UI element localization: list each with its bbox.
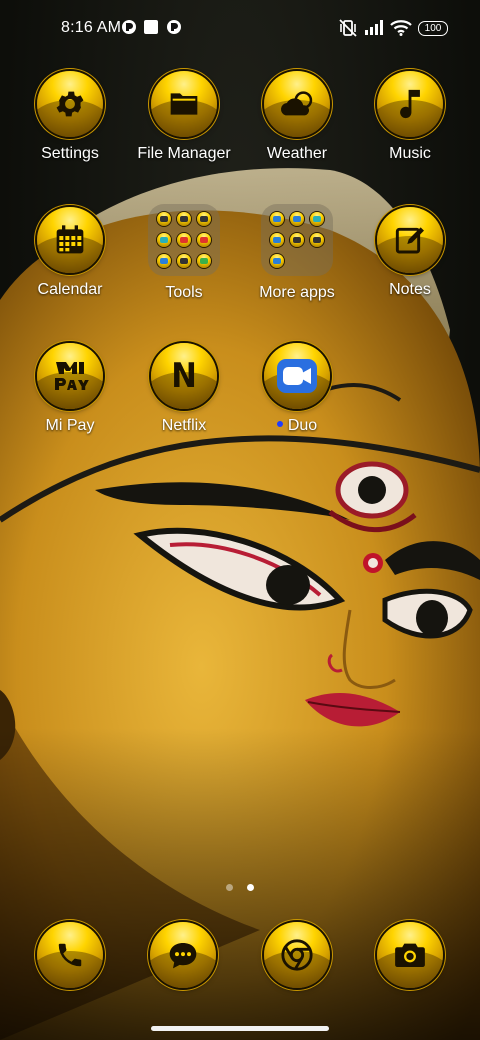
mini-app-icon bbox=[270, 254, 284, 268]
signal-icon bbox=[365, 20, 383, 35]
camera-icon bbox=[395, 943, 425, 968]
folder-more-apps[interactable]: More apps bbox=[237, 204, 357, 302]
app-settings[interactable]: Settings bbox=[10, 71, 130, 163]
app-icon bbox=[150, 922, 216, 988]
square-notification-icon bbox=[144, 20, 158, 34]
folder-preview bbox=[261, 204, 333, 276]
status-bar: 8:16 AM 100 bbox=[0, 0, 480, 56]
app-icon bbox=[37, 343, 103, 409]
app-weather[interactable]: Weather bbox=[237, 71, 357, 163]
app-icon bbox=[264, 71, 330, 137]
mi-pay-logo-icon bbox=[55, 362, 89, 390]
clock: 8:16 AM bbox=[61, 19, 122, 36]
app-icon bbox=[151, 71, 217, 137]
app-label: Weather bbox=[266, 145, 328, 162]
notification-icon bbox=[167, 20, 181, 34]
gear-icon bbox=[56, 91, 84, 117]
app-icon bbox=[377, 207, 443, 273]
video-call-icon bbox=[277, 359, 317, 393]
dock-chrome[interactable] bbox=[237, 922, 357, 988]
page-dot-2-active bbox=[247, 884, 255, 891]
app-duo[interactable]: Duo bbox=[237, 343, 357, 435]
battery-level: 100 bbox=[424, 23, 442, 34]
dock-phone[interactable] bbox=[10, 922, 130, 988]
gesture-nav-handle[interactable] bbox=[151, 1026, 329, 1031]
weather-cloud-icon bbox=[280, 91, 313, 116]
app-icon bbox=[264, 343, 330, 409]
edit-note-icon bbox=[395, 227, 424, 254]
app-label: Settings bbox=[41, 145, 99, 162]
mini-app-icon bbox=[290, 212, 304, 226]
mini-app-icon bbox=[197, 233, 211, 247]
app-mi-pay[interactable]: Mi Pay bbox=[10, 343, 130, 435]
mini-app-icon bbox=[157, 254, 171, 268]
app-label: Calendar bbox=[37, 281, 103, 298]
app-icon bbox=[377, 71, 443, 137]
calendar-icon bbox=[56, 225, 84, 254]
mini-app-icon bbox=[270, 233, 284, 247]
phone-icon bbox=[58, 943, 82, 967]
app-icon bbox=[37, 71, 103, 137]
music-note-icon bbox=[400, 89, 420, 119]
app-label: Mi Pay bbox=[45, 417, 95, 434]
dock-camera[interactable] bbox=[350, 922, 470, 988]
vibrate-mute-icon bbox=[339, 19, 357, 37]
mini-app-icon bbox=[177, 212, 191, 226]
app-icon bbox=[37, 922, 103, 988]
mini-app-icon bbox=[270, 212, 284, 226]
new-install-dot bbox=[276, 420, 283, 427]
app-icon bbox=[377, 922, 443, 988]
app-icon bbox=[264, 922, 330, 988]
battery-icon: 100 bbox=[418, 21, 448, 36]
folder-preview bbox=[148, 204, 220, 276]
notification-icon bbox=[122, 20, 136, 34]
mini-app-icon bbox=[177, 233, 191, 247]
mini-app-icon bbox=[177, 254, 191, 268]
mini-app-icon bbox=[310, 233, 324, 247]
dock-messages[interactable] bbox=[123, 922, 243, 988]
app-label: Music bbox=[389, 145, 431, 162]
folder-icon bbox=[170, 93, 198, 115]
app-icon: N bbox=[151, 343, 217, 409]
page-dot-1 bbox=[225, 884, 233, 891]
app-label-text: Duo bbox=[287, 417, 318, 434]
page-indicator bbox=[0, 878, 480, 896]
app-icon bbox=[37, 207, 103, 273]
app-notes[interactable]: Notes bbox=[350, 207, 470, 299]
app-calendar[interactable]: Calendar bbox=[10, 207, 130, 299]
netflix-logo-icon: N bbox=[171, 356, 197, 396]
app-netflix[interactable]: N Netflix bbox=[124, 343, 244, 435]
mini-app-icon bbox=[290, 233, 304, 247]
app-label: Netflix bbox=[161, 417, 207, 434]
app-label: Duo bbox=[237, 417, 357, 435]
folder-tools[interactable]: Tools bbox=[124, 204, 244, 302]
app-file-manager[interactable]: File Manager bbox=[124, 71, 244, 163]
mini-app-icon bbox=[310, 212, 324, 226]
mini-app-icon bbox=[197, 212, 211, 226]
wifi-icon bbox=[390, 20, 412, 36]
app-label: File Manager bbox=[137, 145, 231, 162]
app-label: Notes bbox=[389, 281, 431, 298]
mini-app-icon bbox=[157, 212, 171, 226]
mini-app-icon bbox=[197, 254, 211, 268]
mini-app-icon bbox=[157, 233, 171, 247]
folder-label: Tools bbox=[165, 284, 203, 301]
app-music[interactable]: Music bbox=[350, 71, 470, 163]
messages-icon bbox=[169, 943, 197, 969]
folder-label: More apps bbox=[259, 284, 335, 301]
chrome-icon bbox=[281, 939, 313, 971]
